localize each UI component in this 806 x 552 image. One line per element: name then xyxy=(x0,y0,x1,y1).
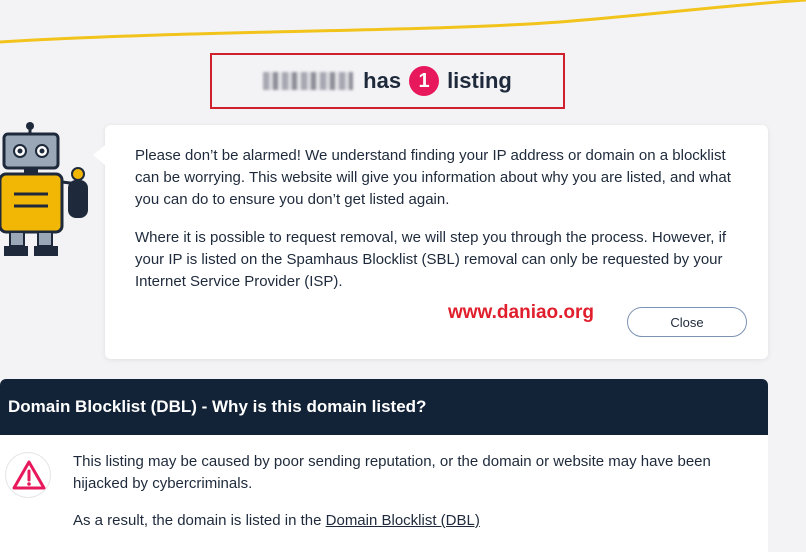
message-paragraph-1: Please don’t be alarmed! We understand f… xyxy=(135,147,731,208)
headline-listing: listing xyxy=(447,68,512,93)
message-paragraph-2: Where it is possible to request removal,… xyxy=(135,229,727,290)
dbl-explanation: This listing may be caused by poor sendi… xyxy=(73,453,711,492)
close-button[interactable]: Close xyxy=(627,307,747,337)
dbl-link[interactable]: Domain Blocklist (DBL) xyxy=(326,512,480,529)
robot-mascot-icon xyxy=(0,122,88,256)
headline-has: has xyxy=(363,68,402,93)
dbl-section: Domain Blocklist (DBL) - Why is this dom… xyxy=(0,379,768,552)
warning-icon xyxy=(5,452,51,498)
reassurance-message-card: Please don’t be alarmed! We understand f… xyxy=(93,125,768,359)
decorative-wave xyxy=(0,0,806,44)
dbl-result: As a result, the domain is listed in the… xyxy=(73,510,713,532)
redacted-domain xyxy=(263,72,354,90)
listing-count-badge: 1 xyxy=(409,66,440,96)
listing-headline: has 1 listing xyxy=(210,53,565,109)
dbl-result-text: As a result, the domain is listed in the xyxy=(73,512,326,529)
dbl-section-title: Domain Blocklist (DBL) - Why is this dom… xyxy=(0,379,768,435)
watermark-text: www.daniao.org xyxy=(448,302,595,323)
